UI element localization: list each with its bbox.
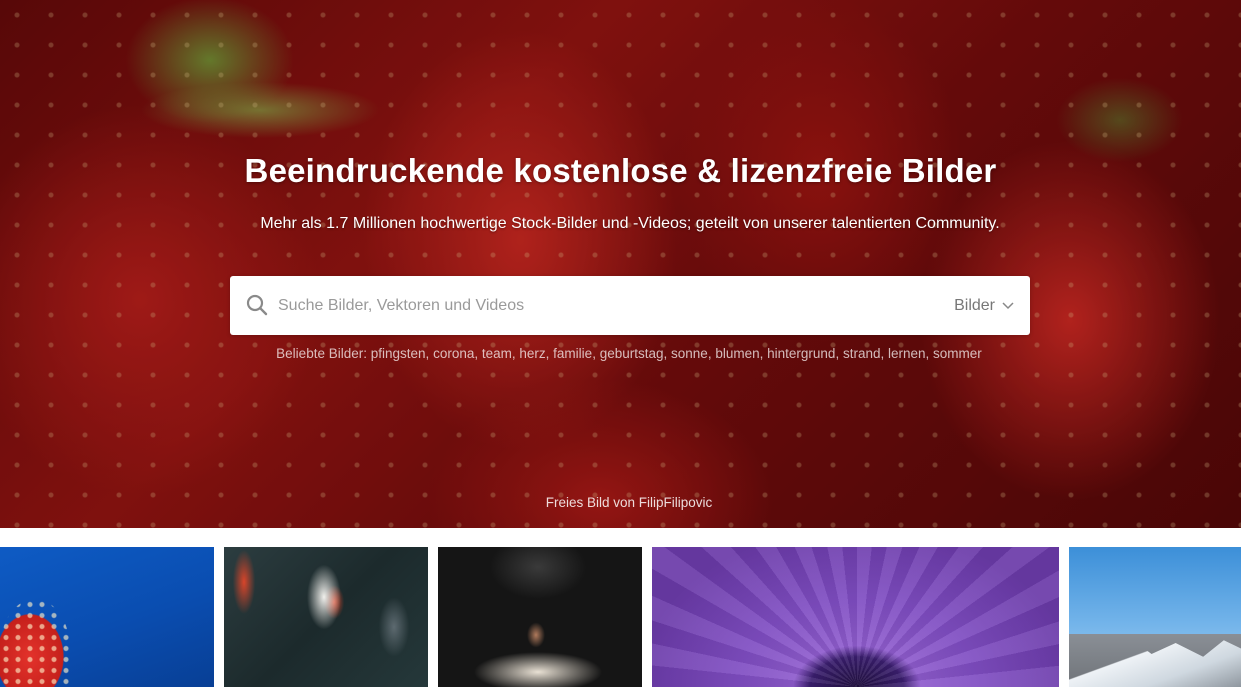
credit-prefix: Freies Bild von <box>545 495 635 510</box>
thumbnail-strawberry[interactable] <box>0 547 214 687</box>
popular-searches: Beliebte Bilder: pfingsten, corona, team… <box>276 346 982 361</box>
thumbnail-dancer[interactable] <box>438 547 642 687</box>
popular-tag-link[interactable]: herz <box>519 346 545 361</box>
search-icon[interactable] <box>245 293 269 317</box>
hero-title: Beeindruckende kostenlose & lizenzfreie … <box>244 152 997 189</box>
popular-tag-link[interactable]: sommer <box>933 346 982 361</box>
popular-tag-link[interactable]: team <box>482 346 512 361</box>
hero-subtitle: Mehr als 1.7 Millionen hochwertige Stock… <box>260 215 1000 232</box>
hero-section: Beeindruckende kostenlose & lizenzfreie … <box>0 0 1241 528</box>
popular-tag-link[interactable]: strand <box>843 346 881 361</box>
media-type-dropdown[interactable]: Bilder <box>954 276 1014 335</box>
popular-tag-link[interactable]: sonne <box>671 346 708 361</box>
search-bar: Bilder <box>230 276 1030 335</box>
thumbnail-mountains[interactable] <box>1069 547 1241 687</box>
thumbnail-koi-fish[interactable] <box>224 547 428 687</box>
popular-tag-link[interactable]: blumen <box>715 346 759 361</box>
search-input[interactable] <box>278 276 918 335</box>
popular-tag-link[interactable]: hintergrund <box>767 346 835 361</box>
popular-label: Beliebte Bilder: <box>276 346 367 361</box>
popular-tag-link[interactable]: pfingsten <box>371 346 426 361</box>
popular-tag-link[interactable]: corona <box>433 346 474 361</box>
media-type-label: Bilder <box>954 296 995 314</box>
thumbnail-anemone-flower[interactable] <box>652 547 1059 687</box>
popular-tag-link[interactable]: geburtstag <box>600 346 664 361</box>
chevron-down-icon <box>1002 301 1014 309</box>
popular-tag-link[interactable]: familie <box>553 346 592 361</box>
popular-tag-link[interactable]: lernen <box>888 346 926 361</box>
credit-author-link[interactable]: FilipFilipovic <box>639 495 713 510</box>
image-credit: Freies Bild von FilipFilipovic <box>0 495 1241 510</box>
